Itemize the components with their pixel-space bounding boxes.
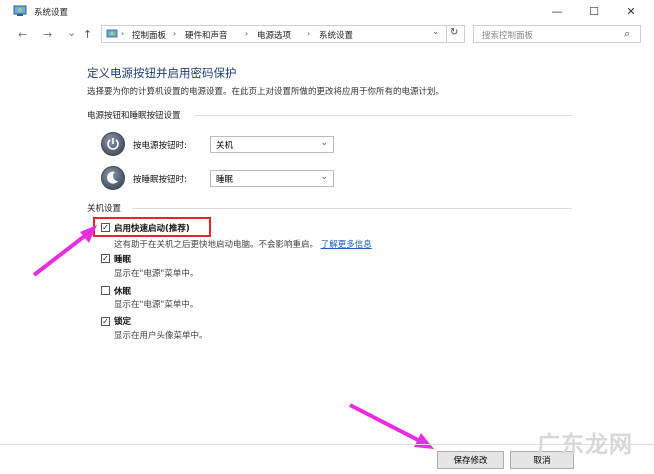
arrow-to-save-button: [349, 403, 434, 449]
arrow-to-checkbox: [32, 225, 97, 277]
watermark: 广东龙网: [537, 431, 633, 458]
annotation-arrows: [32, 225, 434, 449]
save-button[interactable]: 保存修改: [437, 451, 504, 469]
